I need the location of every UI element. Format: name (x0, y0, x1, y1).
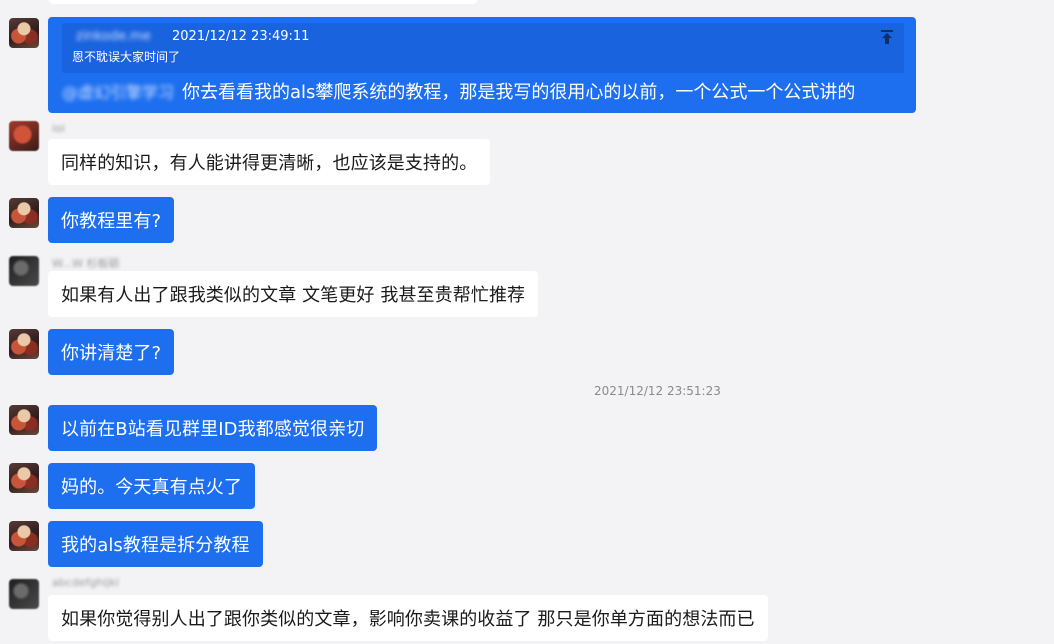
quoted-sender-name: zinkode.me (76, 29, 151, 44)
quoted-time: 2021/12/12 23:49:11 (172, 29, 310, 44)
message-bubble[interactable]: 如果你觉得别人出了跟你类似的文章，影响你卖课的收益了 那只是你单方面的想法而已 (48, 595, 768, 641)
reply-text-line: @虚幻引擎学习 你去看看我的als攀爬系统的教程，那是我写的很用心的以前，一个公… (62, 77, 855, 105)
time-divider: 2021/12/12 23:51:23 (594, 384, 721, 398)
message-text: 你去看看我的als攀爬系统的教程，那是我写的很用心的以前，一个公式一个公式讲的 (182, 82, 856, 103)
self-avatar[interactable] (9, 463, 39, 493)
reply-message-bubble[interactable]: zinkode.me 2021/12/12 23:49:11 恩不耽误大家时间了… (48, 17, 916, 113)
quoted-text: 恩不耽误大家时间了 (72, 50, 181, 64)
mention-tag: @虚幻引擎学习 (62, 83, 175, 102)
message-bubble[interactable]: 如果有人出了跟我类似的文章 文笔更好 我甚至贵帮忙推荐 (48, 271, 539, 317)
sender-name: W...W 杉板砺 (52, 257, 120, 270)
message-bubble[interactable]: 你教程里有? (48, 197, 175, 243)
sender-name: abcdefghijkl (52, 576, 119, 589)
message-text: 以前在B站看见群里ID我都感觉很亲切 (61, 419, 365, 440)
message-bubble[interactable]: 以前在B站看见群里ID我都感觉很亲切 (48, 405, 378, 451)
message-text: 如果有人出了跟我类似的文章 文笔更好 我甚至贵帮忙推荐 (61, 285, 526, 306)
arrow-up-to-line-icon[interactable] (880, 29, 894, 45)
self-avatar[interactable] (9, 18, 39, 48)
message-bubble[interactable]: 我的als教程是拆分教程 (48, 521, 263, 567)
message-text: 你讲清楚了? (61, 343, 162, 364)
message-text: 如果你觉得别人出了跟你类似的文章，影响你卖课的收益了 那只是你单方面的想法而已 (61, 609, 755, 630)
message-text: 你教程里有? (61, 211, 162, 232)
message-text: 我的als教程是拆分教程 (61, 535, 250, 556)
user-avatar[interactable] (9, 256, 39, 286)
previous-message-bubble (48, 0, 478, 4)
message-bubble[interactable]: 你讲清楚了? (48, 329, 175, 375)
self-avatar[interactable] (9, 521, 39, 551)
user-avatar[interactable] (9, 121, 39, 151)
self-avatar[interactable] (9, 405, 39, 435)
user-avatar[interactable] (9, 579, 39, 609)
quoted-message[interactable]: zinkode.me 2021/12/12 23:49:11 恩不耽误大家时间了 (62, 23, 904, 73)
sender-name: ioi (52, 122, 65, 135)
self-avatar[interactable] (9, 329, 39, 359)
self-avatar[interactable] (9, 198, 39, 228)
message-bubble[interactable]: 同样的知识，有人能讲得更清晰，也应该是支持的。 (48, 139, 491, 185)
message-text: 妈的。今天真有点火了 (61, 477, 242, 498)
message-text: 同样的知识，有人能讲得更清晰，也应该是支持的。 (61, 153, 478, 174)
message-bubble[interactable]: 妈的。今天真有点火了 (48, 463, 255, 509)
